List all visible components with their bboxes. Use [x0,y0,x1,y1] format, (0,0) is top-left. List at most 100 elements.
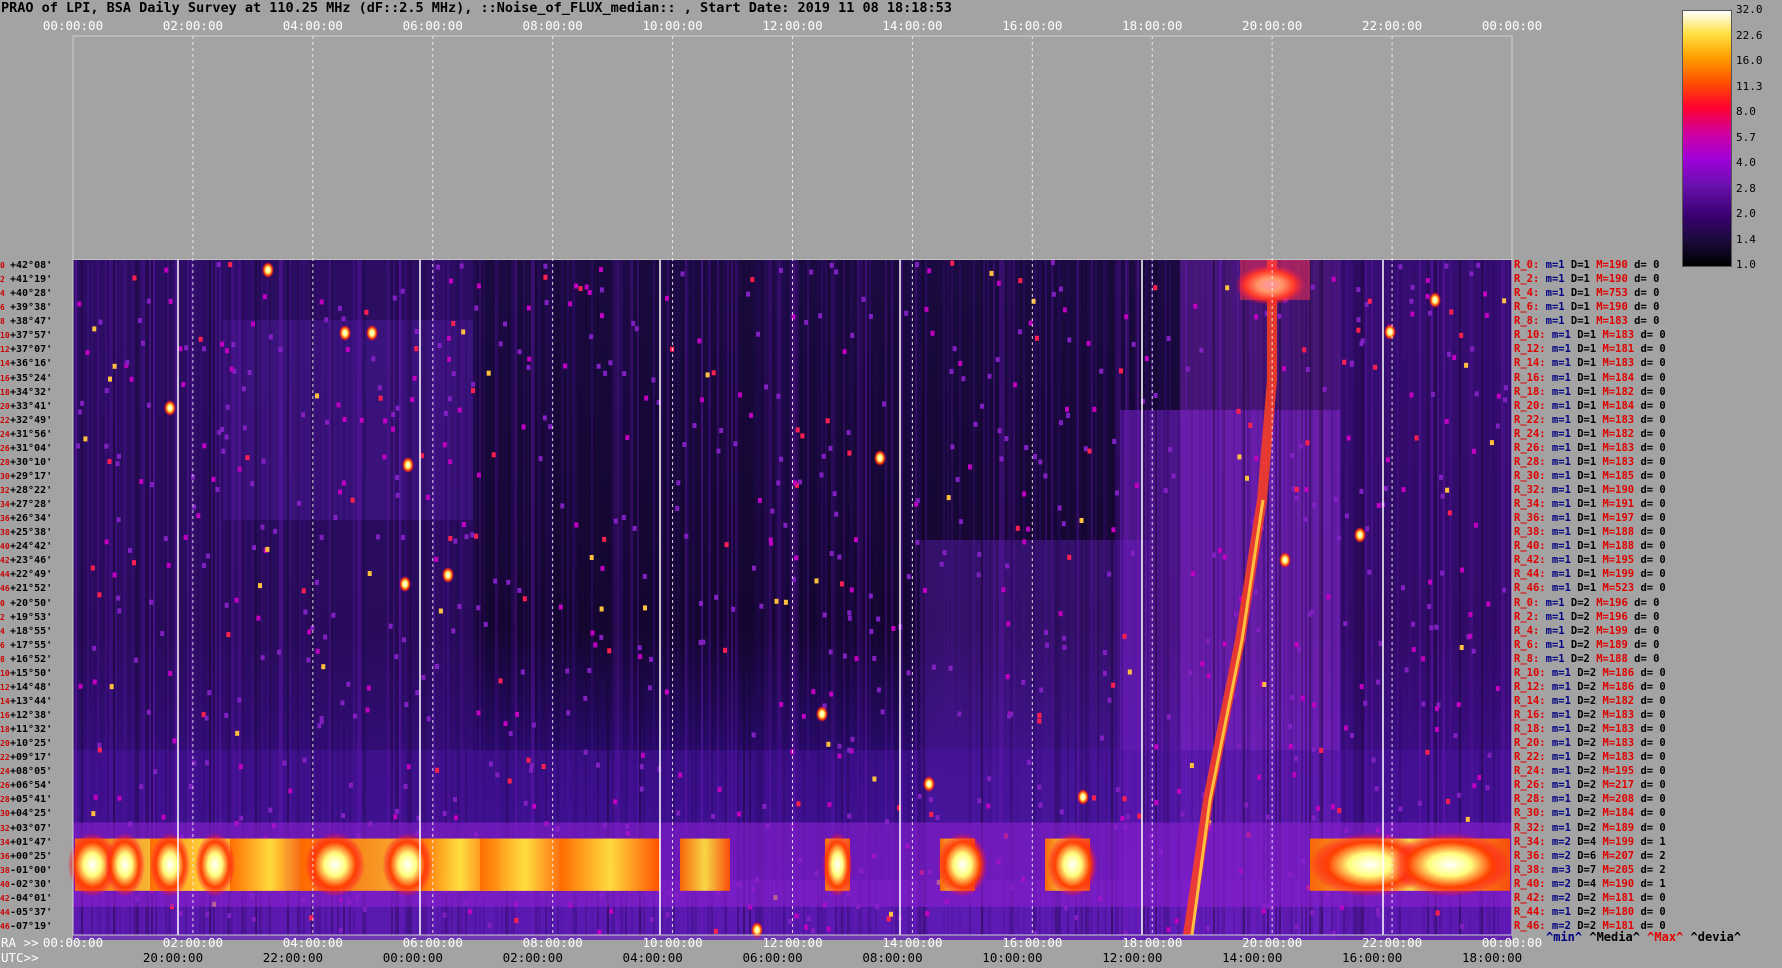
row-min: m=2 [1545,835,1571,848]
row-name: R_30: [1514,469,1546,482]
row-devia: d= 0 [1634,512,1666,525]
noise-pixel [446,335,451,341]
noise-pixel [1294,642,1299,648]
noise-pixel [599,287,604,293]
noise-pixel [522,596,527,602]
row-devia: d= 0 [1627,315,1660,328]
row-stat: R_0: m=1 D=2 M=196 d= 0 [1514,597,1659,609]
ra-axis-label: RA >> [1,935,39,950]
dec-value: +13°44' [10,695,53,707]
row-name: R_34: [1514,835,1546,848]
noise-pixel [393,814,398,820]
row-index: 12 [0,345,10,355]
noise-pixel [333,515,338,521]
noise-pixel [1188,670,1193,676]
noise-pixel [112,363,117,369]
noise-pixel [1439,474,1443,480]
row-name: R_36: [1514,512,1546,525]
point-source [923,776,935,792]
noise-pixel [1166,714,1171,720]
noise-pixel [1471,648,1476,654]
noise-pixel [160,631,165,636]
noise-pixel [737,811,742,817]
noise-pixel [438,608,443,614]
noise-pixel [1310,284,1315,290]
noise-pixel [268,334,273,340]
dec-tick-label: 40+24°42' [0,542,72,552]
noise-pixel [1483,291,1487,297]
noise-pixel [1435,727,1439,732]
noise-pixel [251,916,256,922]
dec-value: +26°34' [10,513,53,525]
noise-pixel [239,815,244,821]
noise-pixel [1292,772,1297,778]
noise-pixel [1435,706,1439,712]
row-stat: R_20: m=1 D=1 M=184 d= 0 [1514,400,1666,412]
dec-value: +39°38' [10,302,53,314]
row-name: R_34: [1514,498,1546,511]
row-max: M=183 [1589,315,1628,328]
noise-pixel [117,453,121,459]
noise-pixel [400,288,405,294]
noise-pixel [224,434,229,440]
noise-pixel [1459,645,1464,650]
noise-pixel [599,606,604,612]
noise-pixel [215,486,220,492]
stats-media-label: ^Media^ [1589,930,1640,944]
row-median: D=1 [1570,371,1597,384]
row-stat: R_8: m=1 D=2 M=188 d= 0 [1514,652,1659,665]
row-max: M=199 [1589,624,1628,637]
row-index: 4 [0,289,5,299]
noise-pixel [371,356,376,362]
noise-pixel [168,670,173,676]
noise-pixel [1144,356,1149,362]
noise-pixel [435,767,440,773]
noise-pixel [1398,264,1403,270]
dec-value: +01°47' [10,836,53,848]
stats-max-label: ^Max^ [1647,930,1684,944]
row-median: D=4 [1570,877,1597,890]
noise-pixel [924,306,929,312]
noise-pixel [1137,813,1142,819]
noise-pixel [531,722,536,728]
noise-pixel [317,723,322,729]
row-max: M=183 [1596,723,1635,736]
noise-pixel [1168,447,1172,453]
row-devia: d= 0 [1634,680,1666,693]
ra-tick-label: 10:00:00 [642,935,703,950]
noise-pixel [437,343,442,348]
row-stat: R_6: m=1 D=1 M=190 d= 0 [1514,302,1659,313]
row-median: D=2 [1564,638,1590,651]
row-index: 10 [0,668,10,678]
noise-pixel [886,916,891,922]
row-median: D=7 [1570,863,1597,876]
noise-pixel [1434,624,1439,630]
noise-pixel [925,911,930,917]
noise-pixel [414,346,419,352]
row-median: D=2 [1570,666,1597,679]
dec-tick-label: 46+21°52' [0,584,72,594]
row-name: R_40: [1514,540,1546,553]
row-median: D=1 [1570,441,1597,454]
source-band-segment [680,838,730,891]
noise-pixel [538,456,543,462]
row-index: 44 [0,570,10,580]
noise-pixel [92,326,97,332]
noise-pixel [1018,278,1023,284]
noise-pixel [146,402,151,408]
noise-pixel [1452,355,1457,361]
noise-pixel [544,300,549,305]
row-min: m=1 [1539,652,1565,665]
point-source [366,325,378,341]
noise-pixel [117,608,122,614]
row-name: R_22: [1514,751,1546,764]
dec-value: +11°32' [10,724,53,736]
row-min: m=1 [1545,526,1571,539]
noise-pixel [116,595,121,601]
noise-pixel [847,747,852,753]
dec-value: +31°04' [10,442,53,454]
ra-tick-label: 16:00:00 [1002,935,1063,950]
noise-pixel [395,808,399,814]
noise-pixel [1303,516,1307,522]
noise-pixel [602,536,607,542]
